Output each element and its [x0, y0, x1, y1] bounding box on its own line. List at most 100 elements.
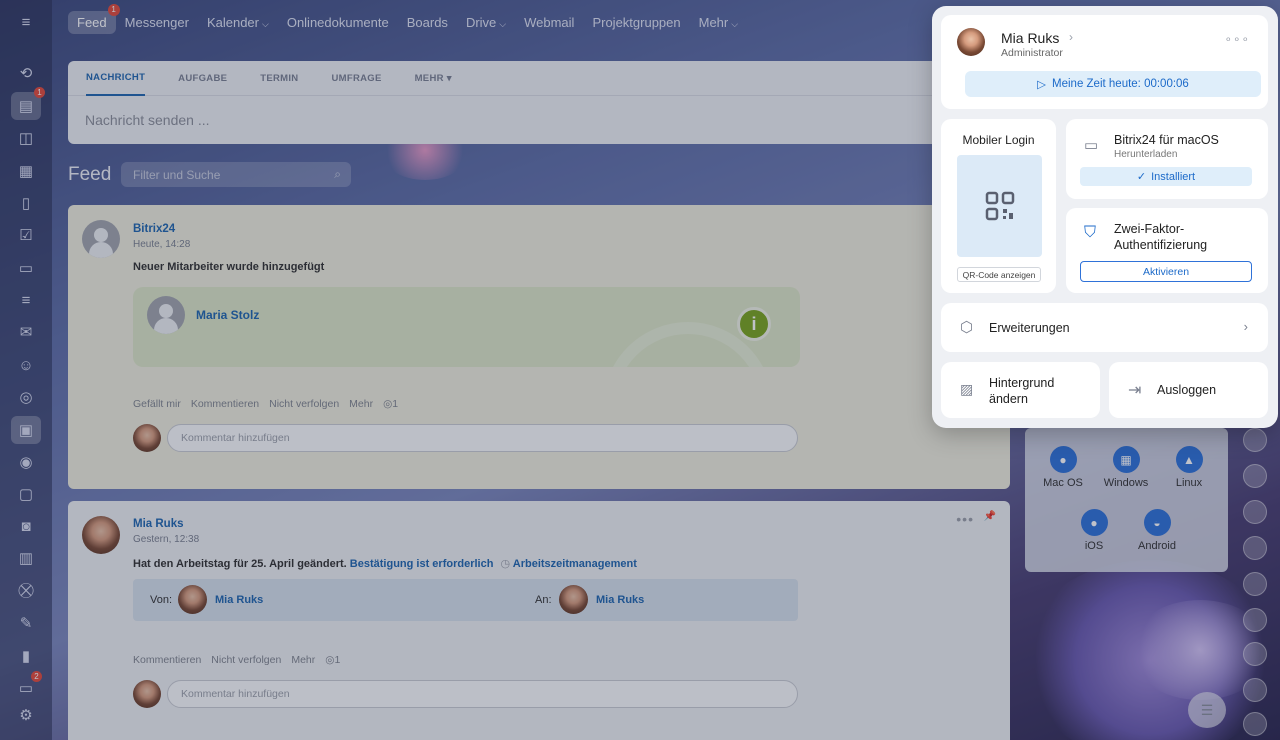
rail-icon[interactable]	[1243, 428, 1267, 452]
sidebar-item-sign[interactable]: ✎	[14, 611, 38, 635]
left-sidebar: ≡ ⟲ ▤ 1 ◫ ▦ ▯ ☑ ▭ ≡ ✉ ☺ ◎ ▣ ◉ ▢ ◙ ▥ ⛒ ✎ ▮…	[0, 0, 52, 740]
tab-message[interactable]: NACHRICHT	[86, 61, 146, 96]
android-icon: ◒	[1143, 509, 1171, 536]
confirmation-link[interactable]: Bestätigung ist erforderlich	[350, 558, 494, 570]
sidebar-item-tasks[interactable]: ☑	[14, 223, 38, 247]
nav-feed[interactable]: Feed 1	[68, 3, 120, 34]
nav-online-docs[interactable]: Onlinedokumente	[278, 11, 398, 34]
post-text: Neuer Mitarbeiter wurde hinzugefügt	[133, 261, 325, 273]
rail-avatar[interactable]	[1243, 572, 1267, 596]
installed-button[interactable]: ✓ Installiert	[1080, 167, 1252, 186]
sidebar-item-inbox[interactable]: ▭ 2	[14, 671, 42, 700]
post-composer: NACHRICHT AUFGABE TERMIN UMFRAGE MEHR ▾ …	[68, 61, 1010, 144]
an-user[interactable]: Mia Ruks	[596, 594, 644, 606]
views-count: ◎1	[383, 398, 399, 410]
von-user[interactable]: Mia Ruks	[215, 594, 263, 606]
show-qr-button[interactable]: QR-Code anzeigen	[957, 267, 1041, 282]
rail-icon[interactable]	[1243, 536, 1267, 560]
rail-avatar[interactable]	[1243, 712, 1267, 736]
sidebar-item-shop[interactable]: ⛒	[14, 578, 38, 602]
download-macos[interactable]: ● Mac OS	[1033, 446, 1093, 489]
post-author[interactable]: Mia Ruks	[133, 518, 184, 530]
sidebar-item-mail[interactable]: ✉	[14, 320, 38, 344]
nav-calendar[interactable]: Kalender ⌵	[198, 11, 278, 34]
nav-webmail[interactable]: Webmail	[515, 11, 583, 34]
sidebar-item-chat[interactable]: ◫	[14, 126, 38, 150]
employee-name[interactable]: Maria Stolz	[196, 308, 259, 322]
comment-link[interactable]: Kommentieren	[133, 654, 201, 666]
nav-more[interactable]: Mehr ⌵	[690, 11, 747, 34]
comment-input[interactable]: Kommentar hinzufügen	[167, 680, 798, 708]
sidebar-item-presentations[interactable]: ▣	[11, 416, 41, 444]
avatar[interactable]	[957, 28, 985, 56]
image-icon: ▨	[960, 381, 974, 397]
sidebar-collapse-icon[interactable]: ⟲	[14, 61, 38, 85]
module-link[interactable]: Arbeitszeitmanagement	[513, 558, 637, 570]
more-link[interactable]: Mehr	[349, 398, 373, 410]
sidebar-item-sites[interactable]: ◎	[14, 385, 38, 409]
sidebar-item-filter[interactable]: ≡	[14, 288, 38, 312]
rail-icon[interactable]	[1243, 500, 1267, 524]
sidebar-item-documents[interactable]: ▯	[14, 191, 38, 215]
post-author[interactable]: Bitrix24	[133, 223, 175, 235]
more-link[interactable]: Mehr	[291, 654, 315, 666]
user-name[interactable]: Mia Ruks	[1001, 30, 1059, 46]
unfollow-link[interactable]: Nicht verfolgen	[211, 654, 281, 666]
nav-drive[interactable]: Drive ⌵	[457, 11, 515, 34]
quick-menu-button[interactable]: ☰	[1188, 692, 1226, 728]
rail-avatar[interactable]	[1243, 678, 1267, 702]
rail-avatar[interactable]	[1243, 608, 1267, 632]
sidebar-item-bots[interactable]: ◙	[14, 514, 38, 538]
extensions-row[interactable]: ⬡ Erweiterungen ›	[941, 303, 1268, 352]
settings-icon[interactable]: ⚙	[14, 703, 38, 727]
nav-messenger[interactable]: Messenger	[116, 11, 198, 34]
tab-task[interactable]: AUFGABE	[178, 61, 227, 96]
avatar[interactable]	[82, 220, 120, 258]
nav-boards[interactable]: Boards	[398, 11, 457, 34]
composer-tabs: NACHRICHT AUFGABE TERMIN UMFRAGE MEHR ▾	[68, 61, 1010, 96]
work-time-button[interactable]: ▷ Meine Zeit heute: 00:00:06	[965, 71, 1261, 97]
rail-icon[interactable]	[1243, 464, 1267, 488]
rail-avatar[interactable]	[1243, 642, 1267, 666]
sidebar-item-store[interactable]: ▥	[14, 546, 38, 570]
download-ios[interactable]: ● iOS	[1064, 509, 1124, 552]
menu-icon[interactable]: ≡	[14, 10, 38, 34]
pin-icon[interactable]: 📌	[984, 511, 996, 522]
change-background-button[interactable]: ▨ Hintergrund ändern	[941, 362, 1100, 418]
right-rail	[1237, 428, 1280, 740]
like-link[interactable]: Gefällt mir	[133, 398, 181, 410]
sidebar-item-calendar[interactable]: ▦	[14, 159, 38, 183]
sidebar-item-crm[interactable]: ▭	[14, 256, 38, 280]
download-android[interactable]: ◒ Android	[1127, 509, 1187, 552]
download-windows[interactable]: ▦ Windows	[1096, 446, 1156, 489]
logout-button[interactable]: ⇥ Ausloggen	[1109, 362, 1268, 418]
apple-icon: ●	[1080, 509, 1108, 536]
chevron-right-icon[interactable]: ›	[1069, 30, 1073, 44]
filter-search-input[interactable]: Filter und Suche ⌕	[121, 162, 351, 187]
nav-projects[interactable]: Projektgruppen	[583, 11, 689, 34]
sidebar-item-kb[interactable]: ▢	[14, 482, 38, 506]
comment-link[interactable]: Kommentieren	[191, 398, 259, 410]
avatar[interactable]	[147, 296, 185, 334]
feed-post: Mia Ruks Gestern, 12:38 ••• 📌 Hat den Ar…	[68, 501, 1010, 740]
unfollow-link[interactable]: Nicht verfolgen	[269, 398, 339, 410]
sidebar-item-feed[interactable]: ▤ 1	[11, 87, 45, 120]
desktop-app-card: ▭ Bitrix24 für macOS Herunterladen ✓ Inst…	[1066, 119, 1268, 199]
post-time: Gestern, 12:38	[133, 534, 200, 545]
info-icon: i	[737, 307, 771, 341]
activate-button[interactable]: Aktivieren	[1080, 261, 1252, 282]
more-options-icon[interactable]: ∘∘∘	[1224, 32, 1250, 46]
tab-more[interactable]: MEHR ▾	[415, 61, 452, 96]
sidebar-item-groups[interactable]: ☺	[14, 353, 38, 377]
two-factor-card: ⛉ Zwei-Faktor-Authentifizierung Aktivier…	[1066, 208, 1268, 293]
app-downloads: ● Mac OS ▦ Windows ▲ Linux ● iOS ◒ Android	[1025, 428, 1228, 572]
tab-event[interactable]: TERMIN	[260, 61, 298, 96]
comment-input[interactable]: Kommentar hinzufügen	[167, 424, 798, 452]
download-linux[interactable]: ▲ Linux	[1159, 446, 1219, 489]
tab-poll[interactable]: UMFRAGE	[331, 61, 381, 96]
avatar[interactable]	[82, 516, 120, 554]
message-input[interactable]: Nachricht senden ...	[68, 96, 1010, 128]
sidebar-item-analytics[interactable]: ▮	[14, 644, 38, 668]
sidebar-item-goals[interactable]: ◉	[14, 450, 38, 474]
more-options-icon[interactable]: •••	[956, 511, 974, 527]
